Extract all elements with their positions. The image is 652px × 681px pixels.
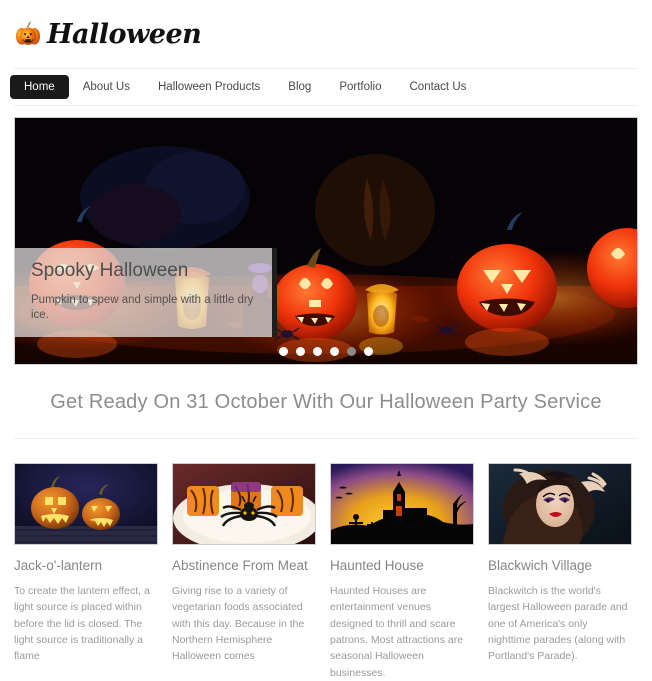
feature-card: Abstinence From Meat Giving rise to a va… [172,463,316,681]
card-title: Jack-o'-lantern [14,558,103,573]
hero-slider[interactable]: Spooky Halloween Pumpkin to spew and sim… [14,117,638,365]
nav-item-home[interactable]: Home [10,75,69,99]
nav-item-blog[interactable]: Blog [274,75,325,99]
nav-item-about-us[interactable]: About Us [69,75,144,99]
card-title: Haunted House [330,558,424,573]
header-divider-bottom [14,105,638,106]
card-body: Giving rise to a variety of vegetarian f… [172,585,305,663]
card-thumbnail-abstinence-from-meat[interactable] [172,463,316,545]
site-logo[interactable]: Halloween [13,18,202,50]
hero-dot-3[interactable] [313,347,322,356]
nav-item-portfolio[interactable]: Portfolio [325,75,395,99]
pumpkin-icon [13,19,43,49]
hero-dot-1[interactable] [279,347,288,356]
hero-pagination [15,347,637,356]
section-heading: Get Ready On 31 October With Our Hallowe… [50,391,602,413]
main-navigation: Home About Us Halloween Products Blog Po… [0,69,652,105]
nav-item-contact-us[interactable]: Contact Us [396,75,481,99]
feature-card-list: Jack-o'-lantern To create the lantern ef… [0,439,652,681]
card-body: To create the lantern effect, a light so… [14,585,150,663]
page-root: Halloween Home About Us Halloween Produc… [0,0,652,679]
nav-item-halloween-products[interactable]: Halloween Products [144,75,274,99]
feature-card: Haunted House Haunted Houses are enterta… [330,463,474,681]
card-thumbnail-haunted-house[interactable] [330,463,474,545]
card-title: Abstinence From Meat [172,558,308,573]
hero-dot-6[interactable] [364,347,373,356]
card-body: Haunted Houses are entertainment venues … [330,585,464,679]
feature-card: Jack-o'-lantern To create the lantern ef… [14,463,158,681]
card-title: Blackwich Village [488,558,593,573]
card-thumbnail-blackwich-village[interactable] [488,463,632,545]
hero-caption-subtitle: Pumpkin to spew and simple with a little… [31,294,254,322]
hero-caption-title: Spooky Halloween [31,260,189,282]
card-body: Blackwitch is the world's largest Hallow… [488,585,628,663]
feature-card: Blackwich Village Blackwitch is the worl… [488,463,632,681]
hero-dot-2[interactable] [296,347,305,356]
card-thumbnail-jack-o-lantern[interactable] [14,463,158,545]
logo-text: Halloween [47,18,202,50]
site-header: Halloween [0,0,652,68]
hero-dot-5[interactable] [347,347,356,356]
hero-caption: Spooky Halloween Pumpkin to spew and sim… [15,248,277,337]
hero-dot-4[interactable] [330,347,339,356]
